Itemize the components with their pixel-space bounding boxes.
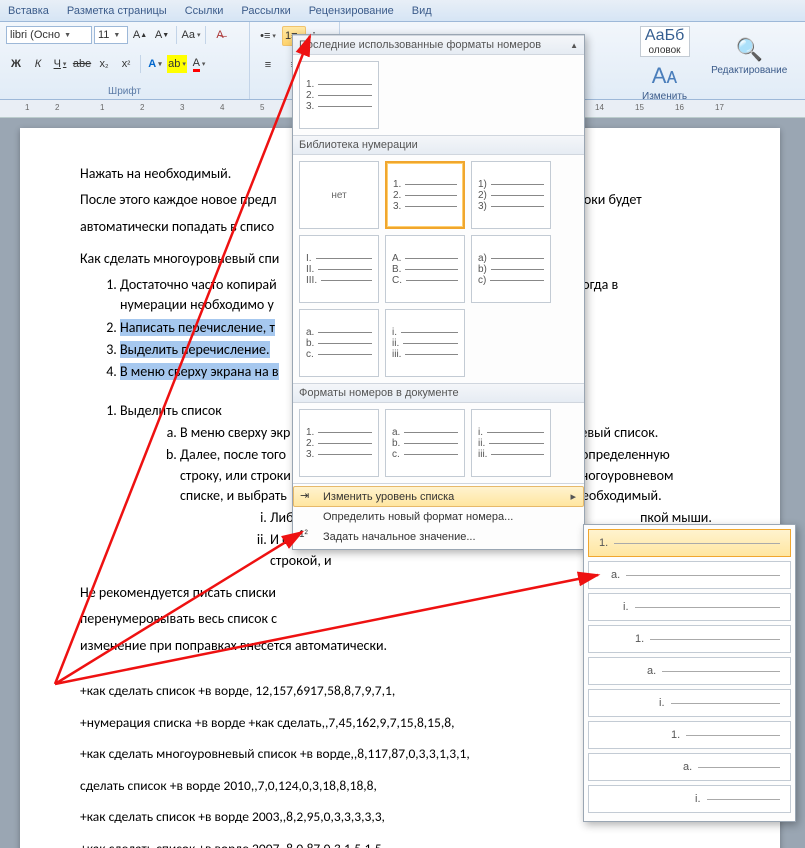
subscript-button[interactable]: x₂ [94,55,114,73]
num-format-thumb[interactable]: I.II.III. [299,235,379,303]
font-group: libri (Осно▼ 11▼ A▲ A▼ Aa▾ A̶ Ж К Ч▾ abe… [0,22,250,99]
tab-references[interactable]: Ссылки [185,5,224,17]
level-option[interactable]: a. [588,561,791,589]
num-format-thumb[interactable]: i.ii.iii. [471,409,551,477]
change-list-level-item[interactable]: ⇥ Изменить уровень списка▸ [293,486,584,507]
level-option[interactable]: a. [588,657,791,685]
underline-button[interactable]: Ч▾ [50,55,70,73]
superscript-button[interactable]: x² [116,55,136,73]
font-name-select[interactable]: libri (Осно▼ [6,26,92,44]
numbering-dropdown: Последние использованные форматы номеров… [292,34,585,550]
font-group-label: Шрифт [6,84,243,97]
kw-line: +как сделать список +в ворде 2007,,8,0,8… [80,839,720,848]
change-styles-icon: Aᴀ [652,63,678,89]
ribbon-tabs: Вставка Разметка страницы Ссылки Рассылк… [0,0,805,22]
italic-button[interactable]: К [28,55,48,73]
num-format-thumb[interactable]: a.b.c. [299,309,379,377]
num-format-thumb[interactable]: a.b.c. [385,409,465,477]
num-format-thumb[interactable]: 1)2)3) [471,161,551,229]
bold-button[interactable]: Ж [6,55,26,73]
list-level-submenu: 1. a. i. 1. a. i. 1. a. i. [583,524,796,822]
define-new-format-item[interactable]: Определить новый формат номера... [293,507,584,527]
num-format-thumb[interactable]: A.B.C. [385,235,465,303]
level-option[interactable]: 1. [588,625,791,653]
style-preview[interactable]: АаБб оловок [640,26,690,57]
editing-button[interactable]: 🔍 Редактирование [705,26,793,86]
tab-page-layout[interactable]: Разметка страницы [67,5,167,17]
change-case-button[interactable]: Aa▾ [181,26,201,44]
level-option[interactable]: 1. [588,721,791,749]
dropdown-menu: ⇥ Изменить уровень списка▸ Определить но… [293,483,584,549]
editing-group: 🔍 Редактирование [699,22,799,99]
section-recent: Последние использованные форматы номеров… [293,35,584,55]
grow-font-button[interactable]: A▲ [130,26,150,44]
font-color-button[interactable]: A▾ [189,55,209,73]
text-effects-button[interactable]: A▾ [145,55,165,73]
tab-insert[interactable]: Вставка [8,5,49,17]
align-left-button[interactable]: ≡ [256,55,280,75]
set-start-value-item[interactable]: 1² Задать начальное значение... [293,527,584,547]
find-icon: 🔍 [736,37,763,63]
tab-view[interactable]: Вид [412,5,432,17]
num-format-thumb[interactable]: a)b)c) [471,235,551,303]
shrink-font-button[interactable]: A▼ [152,26,172,44]
section-doc-formats: Форматы номеров в документе [293,383,584,403]
styles-group: АаБб оловок Aᴀ Изменить стили [630,22,699,99]
num-format-none[interactable]: нет [299,161,379,229]
bullets-button[interactable]: •≡▾ [256,26,280,46]
num-format-thumb[interactable]: i.ii.iii. [385,309,465,377]
level-option[interactable]: i. [588,593,791,621]
number-icon: 1² [299,529,315,545]
section-library: Библиотека нумерации [293,135,584,155]
level-option[interactable]: i. [588,689,791,717]
clear-format-button[interactable]: A̶ [210,26,230,44]
level-option[interactable]: 1. [588,529,791,557]
tab-review[interactable]: Рецензирование [309,5,394,17]
num-format-thumb[interactable]: 1. 2. 3. [299,61,379,129]
font-size-select[interactable]: 11▼ [94,26,128,44]
highlight-button[interactable]: ab▾ [167,55,187,73]
tab-mailings[interactable]: Рассылки [241,5,290,17]
num-format-thumb[interactable]: 1.2.3. [299,409,379,477]
level-option[interactable]: a. [588,753,791,781]
indent-icon: ⇥ [300,489,316,505]
num-format-thumb[interactable]: 1.2.3. [385,161,465,229]
strike-button[interactable]: abe [72,55,92,73]
level-option[interactable]: i. [588,785,791,813]
